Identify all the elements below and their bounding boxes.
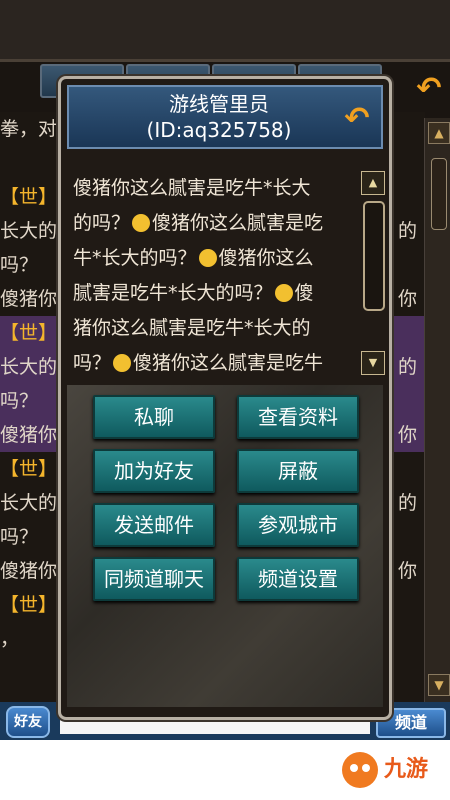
chat-fragment: 你 (398, 560, 418, 582)
chat-line-text: 拳，对 (0, 118, 58, 140)
add-friend-button[interactable]: 加为好友 (93, 449, 215, 493)
close-arrow-icon[interactable]: ↶ (337, 101, 377, 137)
chat-fragment: 你 (398, 424, 418, 446)
message-line: 牛*长大的吗？ 傻猪你这么 (73, 247, 314, 269)
crying-emoji-icon (132, 214, 151, 232)
crying-emoji-icon (198, 249, 217, 267)
top-strip (0, 0, 450, 62)
message-scroll-up-icon[interactable]: ▲ (361, 171, 385, 195)
dialog-player-id: (ID:aq325758) (146, 118, 292, 142)
chat-line-text: 长大的 (0, 492, 58, 514)
chat-fragment: 你 (398, 288, 418, 310)
watermark-logo: 九游 (338, 750, 448, 792)
message-scroll-down-icon[interactable]: ▼ (361, 351, 385, 375)
crying-emoji-icon (274, 284, 293, 302)
chat-line-text: 【世】 (0, 322, 58, 344)
action-button-area: 私聊 查看资料 加为好友 屏蔽 发送邮件 参观城市 同频道聊天 频道设置 (67, 385, 383, 707)
chat-fragment: 的 (398, 220, 418, 242)
private-chat-button[interactable]: 私聊 (93, 395, 215, 439)
chat-line-text: 吗？ (0, 390, 39, 412)
message-scrollbar[interactable]: ▲ ▼ (359, 167, 387, 379)
dialog-title: 游线管里员 (169, 92, 269, 116)
scroll-thumb[interactable] (431, 158, 447, 230)
bottom-white-bar: 九游 (0, 740, 450, 800)
chat-line-text: 吗？ (0, 254, 39, 276)
visit-city-button[interactable]: 参观城市 (237, 503, 359, 547)
channel-settings-button[interactable]: 频道设置 (237, 557, 359, 601)
message-line: 猪你这么腻害是吃牛*长大的 (73, 317, 311, 339)
chat-line-text: 长大的 (0, 220, 58, 242)
chat-line-text: 傻猪你 (0, 288, 58, 310)
chat-line-text: 傻猪你 (0, 560, 58, 582)
message-line: 吗？ 傻猪你这么腻害是吃牛 (73, 352, 324, 374)
back-arrow-icon[interactable]: ↶ (410, 70, 448, 108)
message-box: 傻猪你这么腻害是吃牛*长大 的吗？ 傻猪你这么腻害是吃 牛*长大的吗？ 傻猪你这么 腻害是… (67, 167, 361, 379)
chat-fragment: 的 (398, 356, 418, 378)
chat-line-text: 【世】 (0, 186, 58, 208)
chat-line-text: 吗？ (0, 526, 39, 548)
block-button[interactable]: 屏蔽 (237, 449, 359, 493)
dialog-header: 游线管里员 (ID:aq325758) ↶ (67, 85, 383, 149)
chat-fragment: 的 (398, 492, 418, 514)
same-channel-chat-button[interactable]: 同频道聊天 (93, 557, 215, 601)
chat-scrollbar[interactable]: ▲ ▼ (424, 118, 450, 702)
message-line: 的吗？ 傻猪你这么腻害是吃 (73, 212, 324, 234)
watermark-mascot-icon (342, 752, 378, 788)
chat-line-text: 【世】 (0, 458, 58, 480)
chat-line-text: 长大的 (0, 356, 58, 378)
scroll-up-icon[interactable]: ▲ (428, 122, 450, 144)
player-dialog: 游线管里员 (ID:aq325758) ↶ 傻猪你这么腻害是吃牛*长大 的吗？ 傻猪… (58, 76, 392, 720)
send-mail-button[interactable]: 发送邮件 (93, 503, 215, 547)
friend-button[interactable]: 好友 (6, 706, 50, 738)
chat-line-text: ， (0, 628, 20, 650)
view-profile-button[interactable]: 查看资料 (237, 395, 359, 439)
watermark-text: 九游 (384, 757, 429, 782)
scroll-down-icon[interactable]: ▼ (428, 674, 450, 696)
message-line: 傻猪你这么腻害是吃牛*长大 (73, 177, 311, 199)
message-scroll-thumb[interactable] (363, 201, 385, 311)
message-line: 腻害是吃牛*长大的吗？傻 (73, 282, 314, 304)
crying-emoji-icon (113, 354, 132, 372)
chat-line-text: 傻猪你 (0, 424, 58, 446)
chat-line-text: 【世】 (0, 594, 58, 616)
